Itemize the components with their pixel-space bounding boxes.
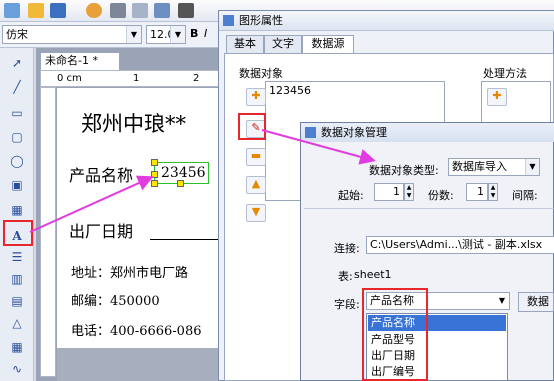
arrow-edit-to-dialog (261, 129, 376, 165)
annotation-arrows (29, 129, 376, 233)
arrow-text-to-field (29, 175, 154, 233)
